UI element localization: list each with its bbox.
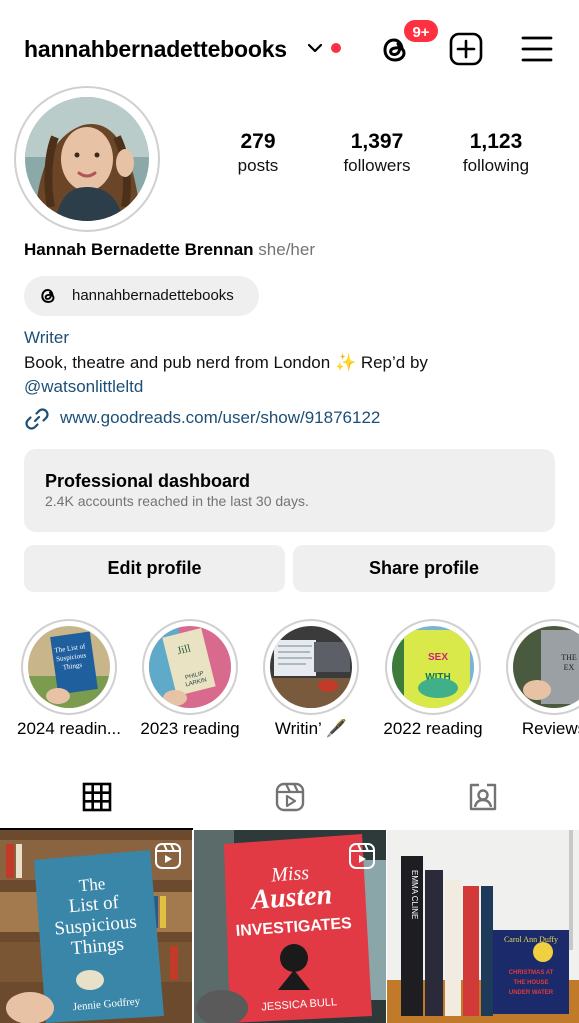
threads-handle: hannahbernadettebooks bbox=[72, 287, 234, 304]
highlight-cover: SEX WITH bbox=[392, 626, 474, 708]
post-thumbnail[interactable]: EMMA CLINE Carol Ann Duffy CHRISTMAS AT … bbox=[387, 830, 579, 1023]
website-url: www.goodreads.com/user/show/91876122 bbox=[60, 408, 381, 427]
tab-reels[interactable] bbox=[193, 770, 386, 830]
bio-text: Book, theatre and pub nerd from London ✨… bbox=[24, 353, 428, 372]
edit-profile-button[interactable]: Edit profile bbox=[24, 545, 285, 592]
highlight-cover: THE EX bbox=[513, 626, 579, 708]
stat-label: posts bbox=[237, 156, 279, 175]
stat-label: following bbox=[462, 156, 530, 175]
reels-icon bbox=[155, 843, 181, 869]
post-thumbnail[interactable]: Miss Austen INVESTIGATES JESSICA BULL bbox=[194, 830, 386, 1023]
svg-text:Austen: Austen bbox=[248, 879, 333, 916]
link-icon bbox=[25, 408, 49, 430]
highlight-label: Reviews bbox=[521, 719, 579, 738]
stat-following[interactable]: 1,123 following bbox=[446, 130, 546, 178]
tab-tagged[interactable] bbox=[386, 770, 579, 830]
highlight-ring: The List of Suspicious Things bbox=[21, 619, 117, 715]
stat-posts[interactable]: 279 posts bbox=[218, 130, 298, 178]
highlight-label: 2023 reading bbox=[140, 719, 240, 738]
professional-dashboard-card[interactable]: Professional dashboard 2.4K accounts rea… bbox=[24, 449, 555, 532]
post-thumbnail[interactable]: The List of Suspicious Things Jennie God… bbox=[0, 830, 192, 1023]
highlight-cover bbox=[270, 626, 352, 708]
profile-header: hannahbernadettebooks 9+ bbox=[0, 18, 579, 74]
notification-badge: 9+ bbox=[402, 18, 440, 44]
stat-followers[interactable]: 1,397 followers bbox=[326, 130, 428, 178]
account-switcher-username[interactable]: hannahbernadettebooks bbox=[24, 36, 287, 63]
threads-profile-badge[interactable]: hannahbernadettebooks bbox=[24, 276, 259, 316]
tagged-icon bbox=[469, 783, 497, 811]
highlight-ring: THE EX bbox=[506, 619, 579, 715]
avatar bbox=[25, 97, 149, 221]
post-book-title: The bbox=[78, 874, 106, 895]
stat-value: 1,123 bbox=[469, 130, 523, 153]
highlight-label: 2022 reading bbox=[383, 719, 483, 738]
svg-text:EX: EX bbox=[564, 663, 575, 672]
highlight-cover: The List of Suspicious Things bbox=[28, 626, 110, 708]
stat-value: 1,397 bbox=[350, 130, 404, 153]
reels-icon bbox=[275, 782, 305, 812]
profile-category: Writer bbox=[24, 328, 70, 347]
profile-avatar-ring[interactable] bbox=[14, 86, 160, 232]
reels-icon bbox=[349, 843, 375, 869]
highlight-ring: Jill PHILIP LARKIN bbox=[142, 619, 238, 715]
profile-tabs bbox=[0, 770, 579, 830]
threads-icon bbox=[41, 289, 55, 303]
create-post-icon[interactable] bbox=[448, 31, 484, 67]
svg-text:EMMA CLINE: EMMA CLINE bbox=[410, 870, 419, 919]
highlight-cover: Jill PHILIP LARKIN bbox=[149, 626, 231, 708]
dashboard-title: Professional dashboard bbox=[45, 471, 251, 491]
grid-icon bbox=[82, 782, 112, 812]
svg-text:SEX: SEX bbox=[428, 652, 448, 663]
full-name-text: Hannah Bernadette Brennan bbox=[24, 240, 254, 259]
svg-text:UNDER WATER: UNDER WATER bbox=[509, 990, 554, 996]
svg-text:Carol Ann Duffy: Carol Ann Duffy bbox=[504, 935, 558, 944]
unread-dot bbox=[331, 43, 341, 53]
full-name: Hannah Bernadette Brennan she/her bbox=[24, 240, 315, 260]
svg-text:THE: THE bbox=[561, 653, 577, 662]
posts-grid: The List of Suspicious Things Jennie God… bbox=[0, 830, 579, 1023]
stat-label: followers bbox=[343, 156, 411, 175]
highlight-ring: SEX WITH bbox=[385, 619, 481, 715]
highlight-label: 2024 readin... bbox=[17, 719, 121, 738]
share-profile-button[interactable]: Share profile bbox=[293, 545, 555, 592]
bio-mention-link[interactable]: @watsonlittleltd bbox=[24, 375, 143, 399]
svg-text:THE HOUSE: THE HOUSE bbox=[513, 980, 548, 986]
chevron-down-icon[interactable] bbox=[305, 38, 325, 58]
tab-posts-grid[interactable] bbox=[0, 770, 193, 830]
menu-icon[interactable] bbox=[521, 34, 553, 64]
highlight-label: Writin’ 🖋️ bbox=[274, 719, 348, 738]
pronouns: she/her bbox=[258, 240, 315, 259]
stat-value: 279 bbox=[240, 130, 276, 153]
highlight-ring bbox=[263, 619, 359, 715]
svg-text:CHRISTMAS AT: CHRISTMAS AT bbox=[509, 970, 554, 976]
dashboard-subtitle: 2.4K accounts reached in the last 30 day… bbox=[45, 493, 309, 509]
